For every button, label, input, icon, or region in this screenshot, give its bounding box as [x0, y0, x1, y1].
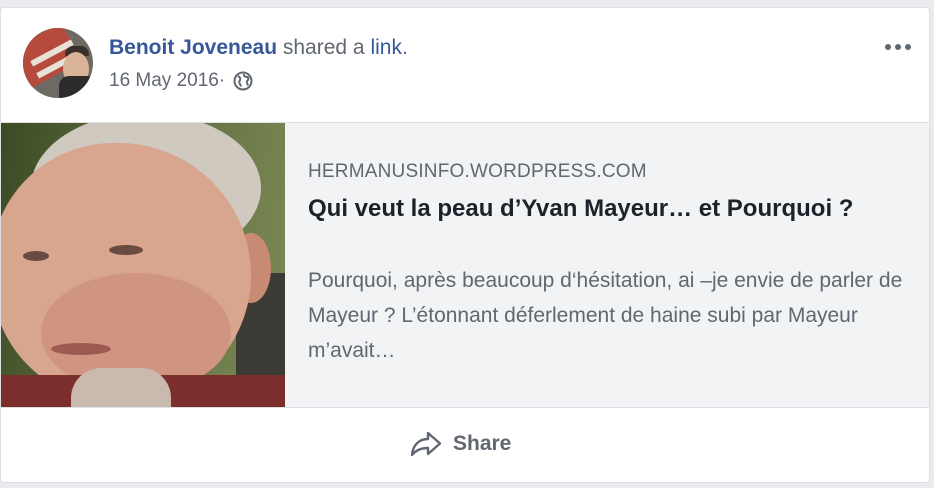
share-button[interactable]: Share: [409, 421, 529, 467]
shared-verb: shared a: [277, 36, 371, 59]
post-title-line: Benoit Joveneau shared a link.: [109, 36, 408, 60]
title-period: .: [401, 36, 408, 59]
post-date[interactable]: 16 May 2016: [109, 70, 219, 92]
link-word[interactable]: link: [370, 36, 402, 59]
meta-separator: ·: [218, 70, 226, 91]
link-site-domain: HERMANUSINFO.WORDPRESS.COM: [308, 161, 647, 182]
post-card: Benoit Joveneau shared a link. 16 May 20…: [0, 7, 930, 483]
post-meta: 16 May 2016 ·: [109, 70, 253, 92]
share-label: Share: [453, 432, 512, 455]
post-actions-bar: Share: [1, 407, 929, 482]
more-options-icon[interactable]: [881, 38, 915, 56]
link-title[interactable]: Qui veut la peau d’Yvan Mayeur… et Pourq…: [308, 191, 898, 226]
link-thumbnail[interactable]: [1, 123, 285, 407]
post-header: Benoit Joveneau shared a link. 16 May 20…: [1, 8, 929, 122]
author-avatar[interactable]: [23, 28, 93, 98]
share-arrow-icon: [409, 429, 443, 459]
author-name-link[interactable]: Benoit Joveneau: [109, 36, 277, 59]
link-description: Pourquoi, après beaucoup d‘hésitation, a…: [308, 269, 903, 362]
globe-icon[interactable]: [233, 71, 253, 91]
link-preview[interactable]: HERMANUSINFO.WORDPRESS.COM Qui veut la p…: [1, 122, 929, 408]
